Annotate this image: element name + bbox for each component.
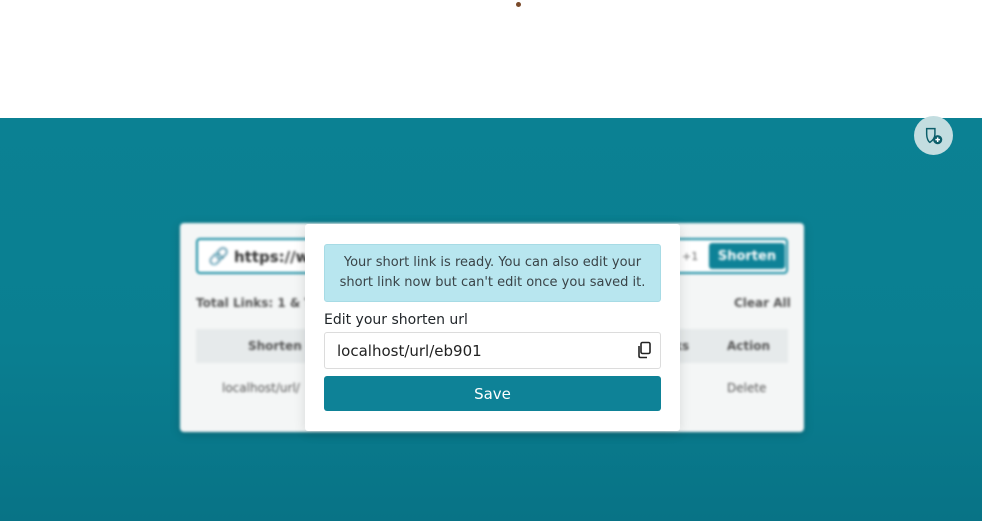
total-links-text: Total Links: 1 & To: [196, 296, 320, 310]
success-alert: Your short link is ready. You can also e…: [324, 244, 661, 302]
delete-button[interactable]: Delete: [727, 381, 766, 395]
link-icon: 🔗: [208, 247, 230, 267]
edit-short-link-modal: Your short link is ready. You can also e…: [305, 224, 680, 431]
shield-plus-icon: [925, 127, 942, 144]
shield-plus-button[interactable]: [914, 116, 953, 155]
clear-all-button[interactable]: Clear All: [734, 296, 791, 310]
loading-dot: [516, 2, 521, 7]
column-header-action: Action: [727, 339, 771, 353]
copy-icon[interactable]: [636, 341, 652, 359]
save-button[interactable]: Save: [324, 376, 661, 411]
page-top-area: [0, 0, 982, 118]
short-url-input[interactable]: [324, 332, 661, 369]
char-count: +1: [682, 250, 699, 263]
table-cell-short-url[interactable]: localhost/url/: [222, 381, 300, 395]
long-url-value: https://w: [234, 248, 310, 266]
shorten-button[interactable]: Shorten: [709, 243, 785, 269]
edit-url-label: Edit your shorten url: [324, 312, 468, 328]
